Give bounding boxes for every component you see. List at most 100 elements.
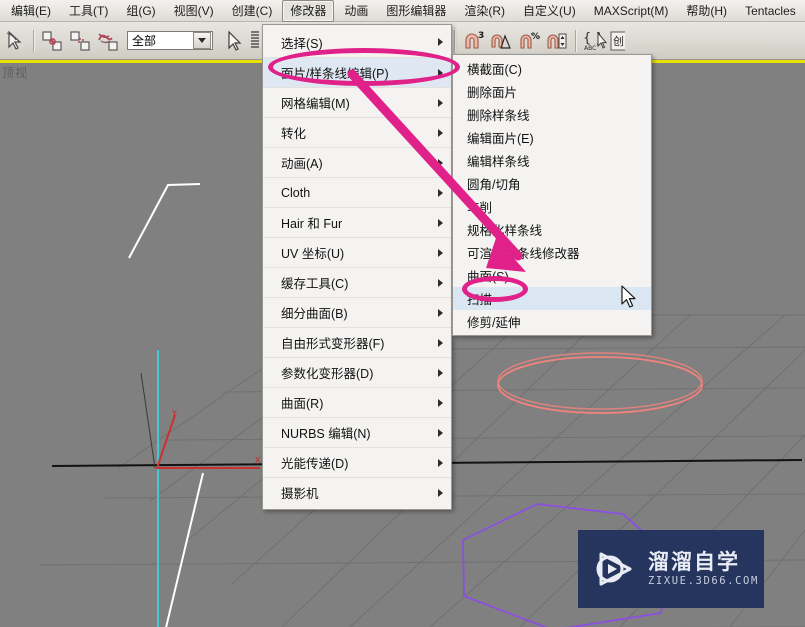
menubar-item-2[interactable]: 组(G) (118, 0, 163, 22)
spinner-snap-toggle-icon[interactable] (544, 28, 570, 54)
submenu-item-label: 可渲染样条线修改器 (467, 247, 580, 261)
axis-label-y: Y (171, 409, 177, 418)
snap-toggle-3-icon[interactable]: 3 (460, 28, 486, 54)
menubar-item-6[interactable]: 动画 (336, 0, 376, 22)
submenu-arrow-icon (438, 428, 443, 437)
menu-item-5[interactable]: Cloth (263, 177, 451, 207)
menu-item-13[interactable]: NURBS 编辑(N) (263, 417, 451, 447)
submenu-item-label: 编辑样条线 (467, 155, 530, 169)
watermark-subtitle: ZIXUE.3D66.COM (648, 575, 759, 587)
menu-item-label: 网格编辑(M) (281, 97, 350, 111)
submenu-arrow-icon (438, 308, 443, 317)
submenu-item-11[interactable]: 修剪/延伸 (453, 310, 651, 333)
select-region-stripes-icon[interactable] (249, 28, 261, 54)
menubar-item-10[interactable]: MAXScript(M) (586, 0, 677, 22)
submenu-item-label: 规格化样条线 (467, 224, 543, 238)
unlink-selection-icon[interactable] (39, 28, 65, 54)
menu-item-4[interactable]: 动画(A) (263, 147, 451, 177)
submenu-arrow-icon (438, 218, 443, 227)
menu-item-label: 面片/样条线编辑(P) (281, 67, 389, 81)
submenu-arrow-icon (438, 128, 443, 137)
submenu-item-4[interactable]: 编辑样条线 (453, 149, 651, 172)
submenu-arrow-icon (438, 398, 443, 407)
menu-item-label: 参数化变形器(D) (281, 367, 374, 381)
axis-label-x: X (255, 456, 261, 465)
menubar-item-9[interactable]: 自定义(U) (515, 0, 584, 22)
submenu-arrow-icon (438, 278, 443, 287)
menu-item-14[interactable]: 光能传递(D) (263, 447, 451, 477)
menubar-item-1[interactable]: 工具(T) (61, 0, 116, 22)
menubar-item-0[interactable]: 编辑(E) (3, 0, 59, 22)
submenu-item-label: 编辑面片(E) (467, 132, 534, 146)
submenu-item-label: 车削 (467, 201, 493, 215)
app-root: 编辑(E) 工具(T) 组(G) 视图(V) 创建(C) 修改器 动画 图形编辑器 渲染(R) 自… (0, 0, 805, 627)
submenu-arrow-icon (438, 338, 443, 347)
named-selection-sets-icon[interactable]: { } ABC (581, 28, 607, 54)
submenu-item-1[interactable]: 删除面片 (453, 80, 651, 103)
submenu-item-label: 删除面片 (467, 86, 518, 100)
axis-tripod-y (156, 414, 176, 469)
submenu-arrow-icon (438, 38, 443, 46)
select-by-name-icon[interactable] (95, 28, 121, 54)
submenu-item-label: 删除样条线 (467, 109, 530, 123)
submenu-item-9[interactable]: 曲面(S) (453, 264, 651, 287)
selection-filter-value: 全部 (132, 34, 157, 48)
submenu-item-6[interactable]: 车削 (453, 195, 651, 218)
select-link-icon[interactable] (2, 28, 28, 54)
menubar-item-12[interactable]: Tentacles (737, 0, 804, 22)
submenu-arrow-icon (438, 98, 443, 107)
menubar-item-3[interactable]: 视图(V) (166, 0, 222, 22)
submenu-arrow-icon (438, 488, 443, 497)
menu-item-label: 转化 (281, 127, 307, 141)
menu-item-6[interactable]: Hair 和 Fur (263, 207, 451, 237)
menubar-item-7[interactable]: 图形编辑器 (378, 0, 454, 22)
white-spline-upper (128, 183, 201, 259)
percent-snap-toggle-icon[interactable]: % (516, 28, 542, 54)
menu-item-label: 曲面(R) (281, 397, 324, 411)
submenu-arrow-icon (438, 368, 443, 377)
menu-item-0[interactable]: 选择(S) (263, 27, 451, 57)
submenu-item-2[interactable]: 删除样条线 (453, 103, 651, 126)
salmon-ellipse-shape (497, 356, 703, 414)
modifier-dropdown-menu[interactable]: 选择(S) 面片/样条线编辑(P) 网格编辑(M) 转化动画(A) Cloth Hair … (262, 24, 452, 510)
submenu-item-label: 修剪/延伸 (467, 316, 521, 330)
submenu-item-3[interactable]: 编辑面片(E) (453, 126, 651, 149)
watermark-logo: 溜溜自学 ZIXUE.3D66.COM (578, 530, 764, 608)
menu-item-label: UV 坐标(U) (281, 247, 345, 261)
menu-item-12[interactable]: 曲面(R) (263, 387, 451, 417)
submenu-item-7[interactable]: 规格化样条线 (453, 218, 651, 241)
angle-snap-toggle-icon[interactable] (488, 28, 514, 54)
helper-line (140, 372, 156, 469)
create-panel-icon[interactable]: 创 (609, 28, 625, 54)
menu-item-8[interactable]: 缓存工具(C) (263, 267, 451, 297)
submenu-item-label: 圆角/切角 (467, 178, 521, 192)
menu-item-10[interactable]: 自由形式变形器(F) (263, 327, 451, 357)
chevron-down-icon[interactable] (193, 32, 211, 49)
submenu-item-label: 横截面(C) (467, 63, 522, 77)
menu-item-label: 光能传递(D) (281, 457, 349, 471)
menubar-item-4[interactable]: 创建(C) (224, 0, 281, 22)
submenu-item-5[interactable]: 圆角/切角 (453, 172, 651, 195)
svg-text:3: 3 (478, 31, 484, 41)
menu-item-label: 选择(S) (281, 36, 323, 51)
submenu-arrow-icon (438, 188, 443, 197)
submenu-item-8[interactable]: 可渲染样条线修改器 (453, 241, 651, 264)
menu-item-label: 摄影机 (281, 487, 319, 501)
toolbar-separator (575, 29, 576, 52)
svg-text:创: 创 (613, 35, 624, 48)
menu-item-11[interactable]: 参数化变形器(D) (263, 357, 451, 387)
menu-item-9[interactable]: 细分曲面(B) (263, 297, 451, 327)
play-logo-icon (596, 552, 632, 586)
menu-item-3[interactable]: 转化 (263, 117, 451, 147)
menu-item-2[interactable]: 网格编辑(M) (263, 87, 451, 117)
menubar-item-8[interactable]: 渲染(R) (456, 0, 513, 22)
bind-to-space-warp-icon[interactable] (67, 28, 93, 54)
menu-item-1[interactable]: 面片/样条线编辑(P) (263, 57, 451, 87)
select-object-arrow-icon[interactable] (221, 28, 247, 54)
menu-item-15[interactable]: 摄影机 (263, 477, 451, 507)
selection-filter-combo[interactable]: 全部 (127, 31, 213, 50)
submenu-item-0[interactable]: 横截面(C) (453, 57, 651, 80)
menubar-item-11[interactable]: 帮助(H) (678, 0, 735, 22)
menu-item-7[interactable]: UV 坐标(U) (263, 237, 451, 267)
menubar-item-5[interactable]: 修改器 (282, 0, 335, 22)
